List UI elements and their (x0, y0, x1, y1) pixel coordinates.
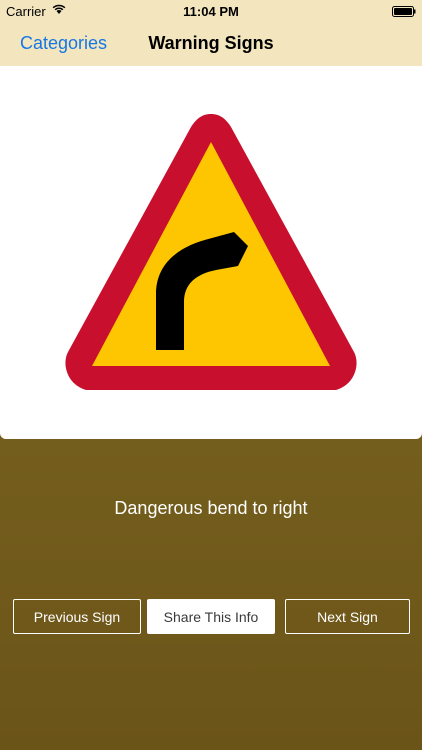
sign-description: Dangerous bend to right (114, 498, 308, 518)
top-bar: Carrier 11:04 PM Categories Warning Sign… (0, 0, 422, 67)
next-sign-button[interactable]: Next Sign (285, 599, 410, 634)
battery-icon (392, 5, 416, 17)
page-title: Warning Signs (148, 33, 274, 53)
screen: Carrier 11:04 PM Categories Warning Sign… (0, 0, 422, 750)
status-bar: Carrier 11:04 PM (0, 0, 422, 22)
dangerous-bend-right-sign-icon (65, 114, 357, 390)
sign-image-panel (0, 66, 422, 439)
previous-sign-button[interactable]: Previous Sign (13, 599, 141, 634)
clock: 11:04 PM (183, 4, 239, 19)
navigation-bar: Categories Warning Signs (0, 22, 422, 66)
share-info-button[interactable]: Share This Info (147, 599, 275, 634)
